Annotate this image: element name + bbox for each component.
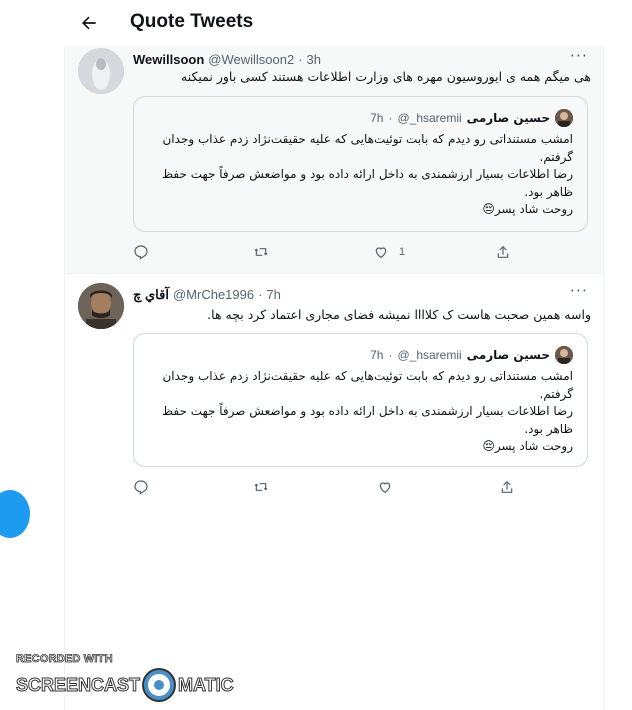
reply-button[interactable]	[133, 479, 159, 495]
tweet-meta: آقاي چ @MrChe1996 · 7h	[133, 287, 281, 303]
quoted-author-name: حسین صارمی	[466, 111, 550, 125]
compose-button[interactable]	[0, 490, 30, 538]
quoted-line: روحت شاد پسر😔	[482, 202, 573, 216]
more-icon[interactable]: ···	[570, 48, 588, 64]
watermark-brand-left: SCREENCAST	[15, 674, 141, 695]
avatar[interactable]	[78, 48, 124, 94]
tweet-actions	[133, 479, 513, 499]
quoted-author-name: حسین صارمی	[466, 348, 550, 362]
like-count: 1	[399, 246, 406, 258]
back-arrow-icon[interactable]	[76, 10, 102, 36]
separator-dot: ·	[298, 52, 303, 67]
quoted-handle: @_hsaremii	[397, 348, 462, 362]
screencast-watermark: SCREENCAST MATIC	[15, 670, 235, 700]
separator-dot: ·	[388, 111, 393, 125]
author-name[interactable]: Wewillsoon	[133, 52, 204, 67]
separator-dot: ·	[388, 348, 393, 362]
retweet-button[interactable]	[253, 244, 279, 260]
tweet-actions: 1	[133, 244, 513, 264]
quoted-tweet-header: 7h · @_hsaremii حسین صارمی	[370, 109, 573, 127]
reply-icon	[134, 245, 148, 260]
page-title: Quote Tweets	[130, 11, 254, 32]
quoted-line: رضا اطلاعات بسیار ارزشمندی به داخل ارائه…	[162, 167, 573, 199]
quoted-timestamp: 7h	[370, 348, 384, 362]
quoted-tweet-header: 7h · @_hsaremii حسین صارمی	[370, 346, 573, 364]
tweet-text: هی میگم همه ی ایوروسیون مهره های وزارت ا…	[181, 69, 591, 84]
quoted-line: رضا اطلاعات بسیار ارزشمندی به داخل ارائه…	[162, 404, 573, 436]
quoted-tweet[interactable]: 7h · @_hsaremii حسین صارمی امشب مستنداتی…	[133, 96, 588, 232]
screencast-logo-icon	[144, 670, 175, 700]
timestamp[interactable]: 7h	[266, 287, 280, 302]
quoted-avatar	[555, 346, 573, 364]
page-header: Quote Tweets	[64, 0, 604, 46]
retweet-button[interactable]	[253, 479, 279, 495]
quoted-handle: @_hsaremii	[397, 111, 462, 125]
quoted-line: امشب مستنداتی رو دیدم که بابت توئیت‌هایی…	[162, 132, 573, 164]
author-handle[interactable]: @MrChe1996	[173, 287, 254, 302]
quoted-line: امشب مستنداتی رو دیدم که بابت توئیت‌هایی…	[162, 369, 573, 401]
tweet-text: واسه همین صحبت هاست ک کلاااا نمیشه فضای …	[207, 307, 591, 322]
avatar[interactable]	[78, 283, 124, 329]
share-icon	[501, 480, 513, 493]
tweet-meta: Wewillsoon @Wewillsoon2 · 3h	[133, 52, 321, 67]
share-icon	[497, 245, 509, 258]
quoted-text: امشب مستنداتی رو دیدم که بابت توئیت‌هایی…	[146, 368, 573, 456]
reply-icon	[134, 480, 148, 495]
quoted-timestamp: 7h	[370, 111, 384, 125]
watermark-brand-right: MATIC	[178, 674, 235, 695]
like-button[interactable]	[377, 479, 403, 495]
retweet-icon	[254, 248, 268, 256]
share-button[interactable]	[499, 479, 525, 495]
quoted-line: روحت شاد پسر😔	[482, 439, 573, 453]
share-button[interactable]	[495, 244, 521, 260]
author-name[interactable]: آقاي چ	[133, 287, 169, 303]
like-icon	[379, 482, 391, 494]
quoted-text: امشب مستنداتی رو دیدم که بابت توئیت‌هایی…	[146, 131, 573, 219]
author-handle[interactable]: @Wewillsoon2	[208, 52, 294, 67]
retweet-icon	[254, 483, 268, 491]
like-button[interactable]: 1	[373, 244, 405, 260]
separator-dot: ·	[258, 287, 263, 302]
recorded-with-label: RECORDED WITH	[16, 653, 113, 666]
quoted-tweet[interactable]: 7h · @_hsaremii حسین صارمی امشب مستنداتی…	[133, 333, 588, 467]
quoted-avatar	[555, 109, 573, 127]
more-icon[interactable]: ···	[570, 283, 588, 299]
reply-button[interactable]	[133, 244, 159, 260]
like-icon	[375, 247, 387, 259]
timestamp[interactable]: 3h	[307, 52, 321, 67]
tweet[interactable]: آقاي چ @MrChe1996 · 7h ··· واسه همین صحب…	[65, 275, 603, 510]
tweet[interactable]: Wewillsoon @Wewillsoon2 · 3h ··· هی میگم…	[65, 46, 603, 274]
